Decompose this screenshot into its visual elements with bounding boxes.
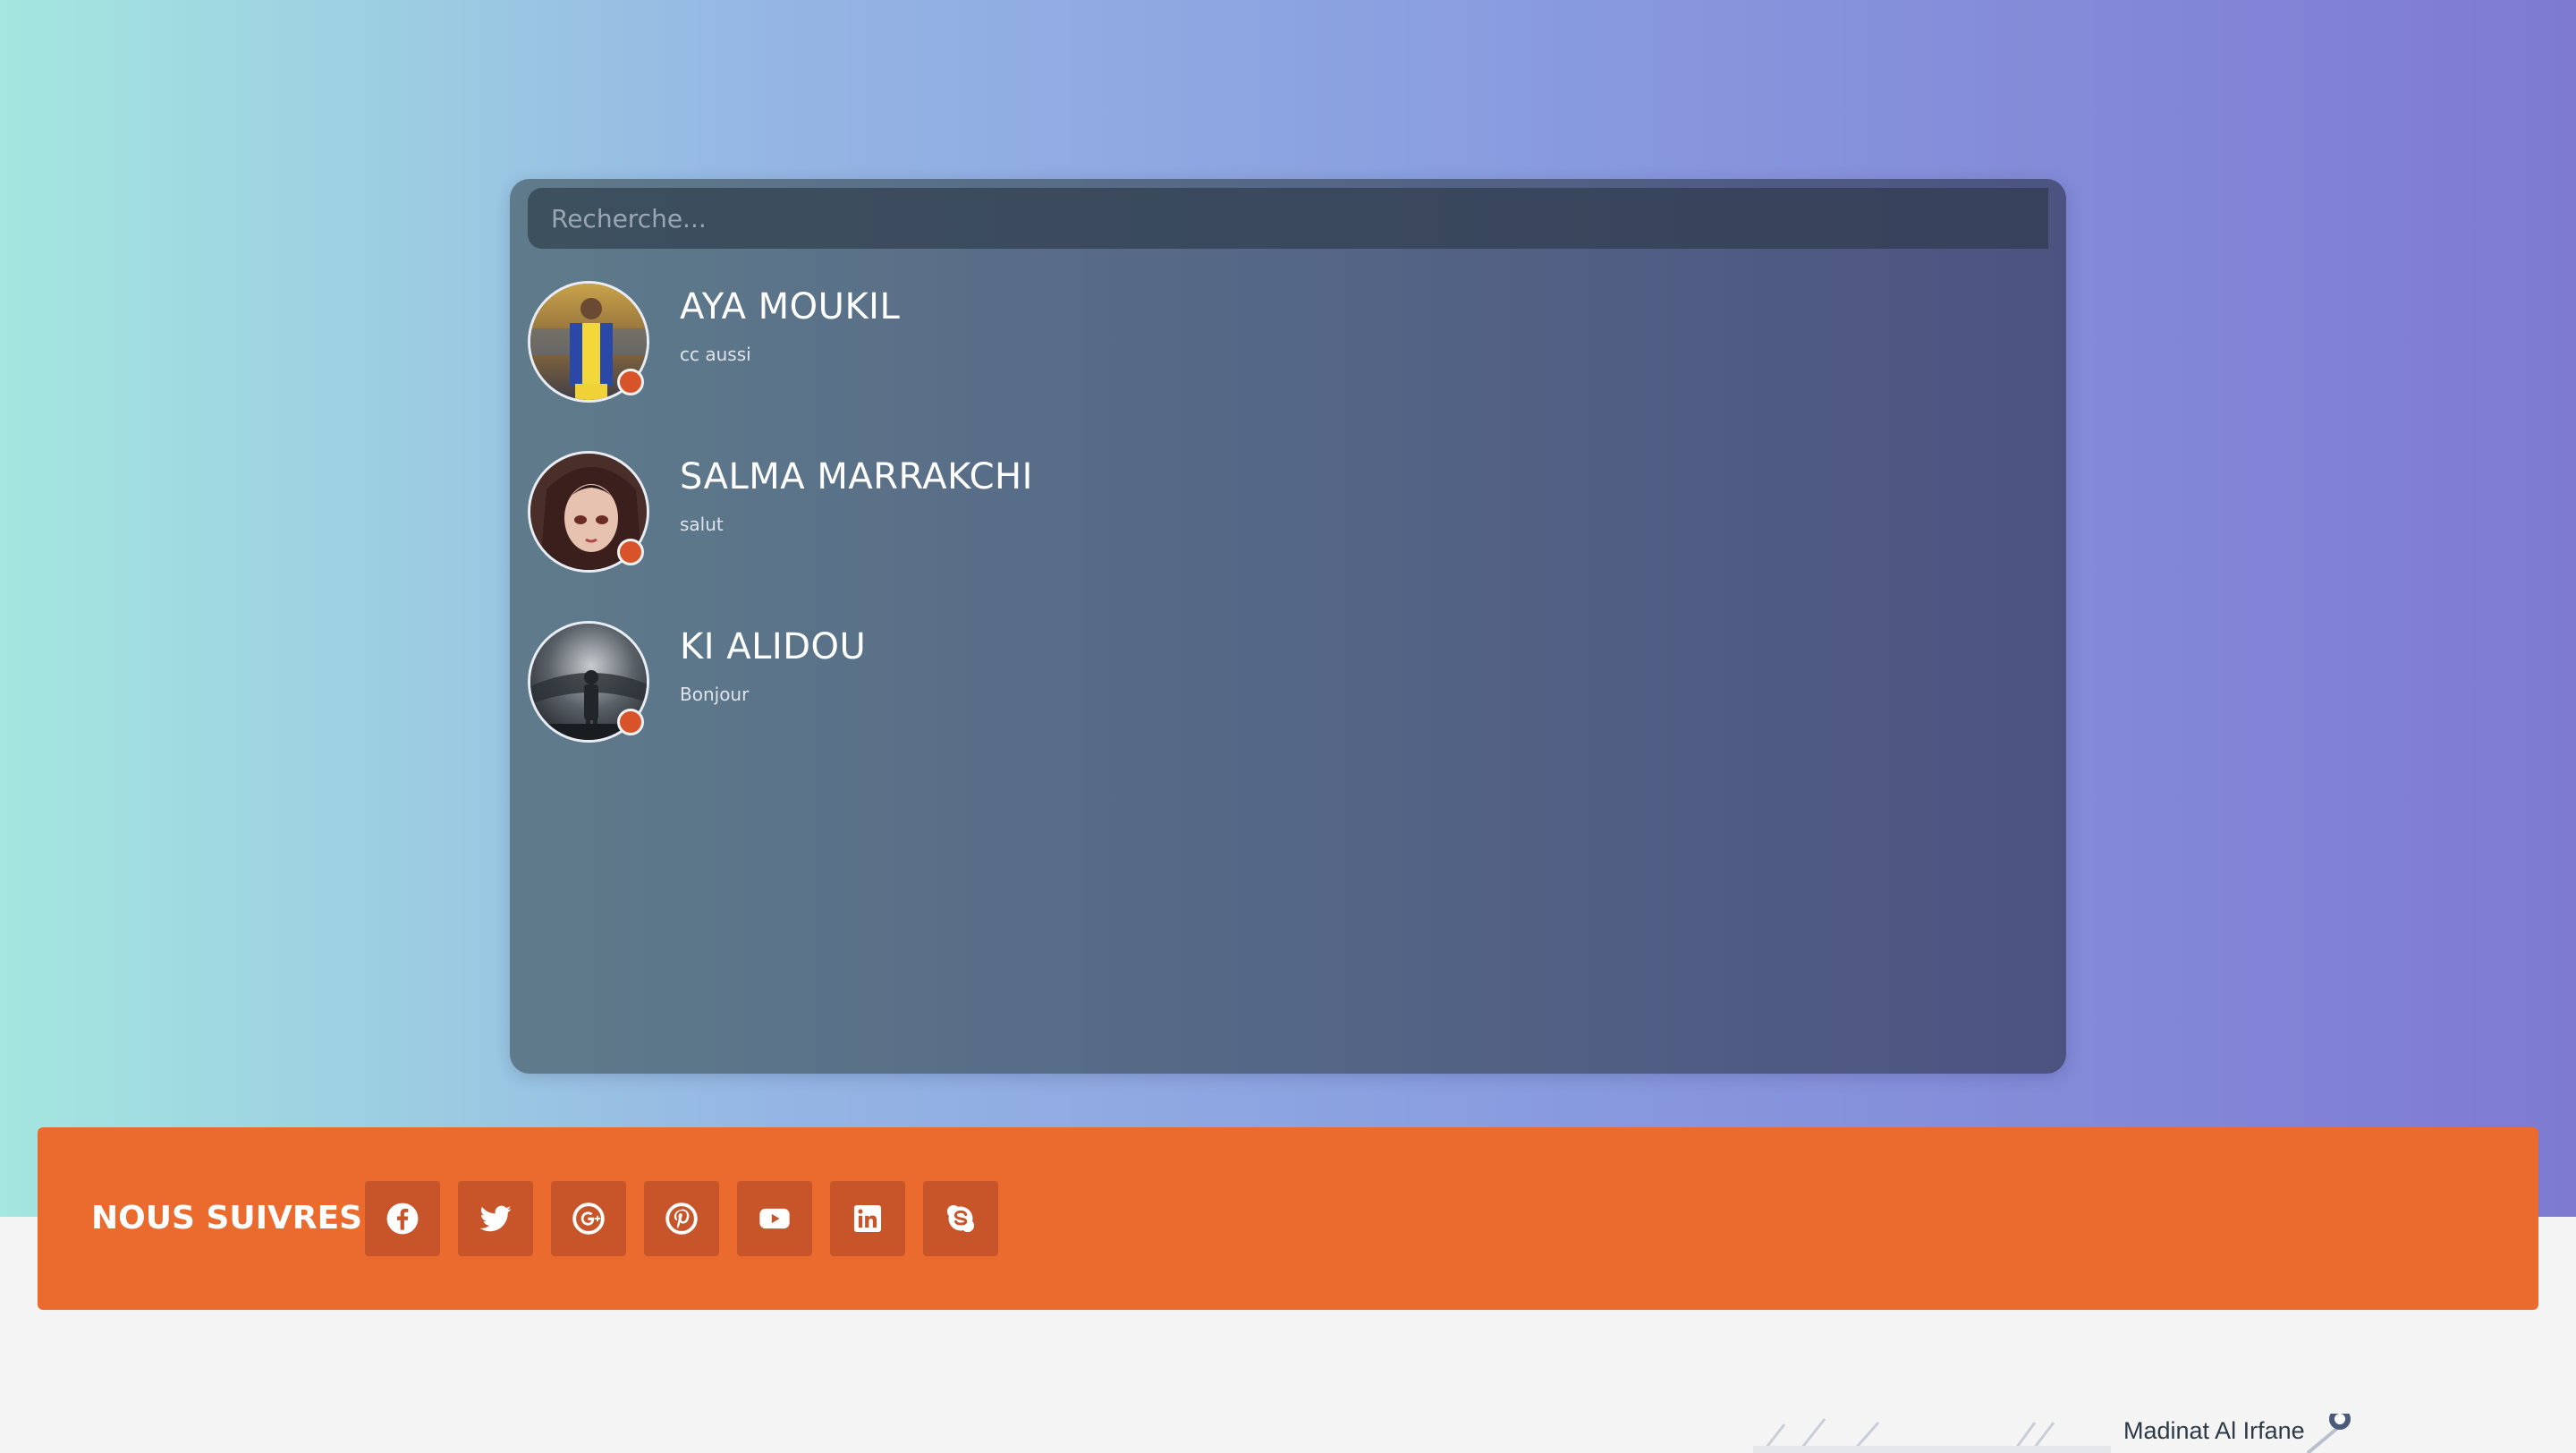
youtube-icon	[759, 1208, 790, 1229]
linkedin-button[interactable]	[830, 1181, 905, 1256]
linkedin-icon	[853, 1204, 882, 1233]
search-bar[interactable]	[528, 187, 2048, 250]
youtube-button[interactable]	[737, 1181, 812, 1256]
google-plus-icon	[572, 1202, 605, 1235]
contact-last-message: Bonjour	[680, 684, 750, 705]
contact-name: AYA MOUKIL	[680, 286, 901, 327]
social-follow-bar: NOUS SUIVRES	[38, 1127, 2538, 1310]
map-place-label: Madinat Al Irfane	[2123, 1417, 2305, 1444]
follow-label: NOUS SUIVRES	[91, 1200, 363, 1236]
pinterest-button[interactable]	[644, 1181, 719, 1256]
status-indicator	[617, 369, 644, 395]
social-links	[365, 1181, 998, 1256]
contact-item[interactable]: KI ALIDOU Bonjour	[528, 621, 2048, 755]
contact-name: SALMA MARRAKCHI	[680, 456, 1033, 497]
facebook-button[interactable]	[365, 1181, 440, 1256]
status-indicator	[617, 539, 644, 565]
pinterest-icon	[665, 1202, 698, 1235]
twitter-button[interactable]	[458, 1181, 533, 1256]
contact-item[interactable]: SALMA MARRAKCHI salut	[528, 451, 2048, 585]
skype-button[interactable]	[923, 1181, 998, 1256]
twitter-icon	[479, 1205, 512, 1232]
status-indicator	[617, 709, 644, 735]
contact-last-message: salut	[680, 514, 724, 535]
map-preview[interactable]	[1735, 1414, 2433, 1453]
chat-contacts-panel: AYA MOUKIL cc aussi SALMA MARRAKCHI salu…	[510, 179, 2066, 1074]
search-input[interactable]	[549, 187, 2048, 250]
contact-item[interactable]: AYA MOUKIL cc aussi	[528, 281, 2048, 415]
contact-last-message: cc aussi	[680, 344, 751, 365]
contact-name: KI ALIDOU	[680, 626, 867, 667]
facebook-icon	[386, 1202, 419, 1235]
google-plus-button[interactable]	[551, 1181, 626, 1256]
skype-icon	[946, 1204, 975, 1233]
